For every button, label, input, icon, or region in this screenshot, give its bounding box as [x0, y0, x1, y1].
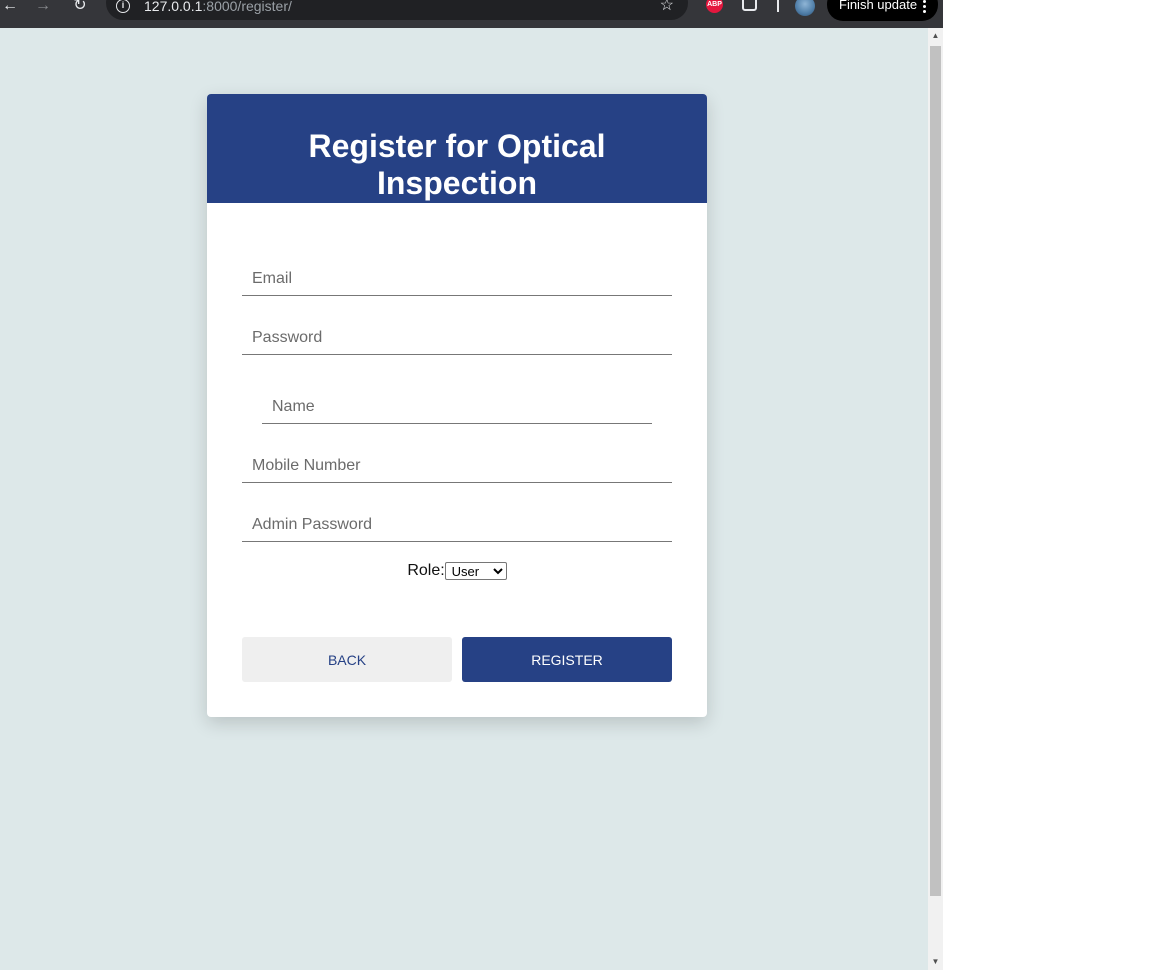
- role-row: Role: User: [207, 561, 707, 581]
- password-field-wrapper: [242, 322, 672, 355]
- kebab-menu-icon[interactable]: [923, 0, 926, 13]
- name-field-wrapper: [262, 391, 652, 424]
- url-path: :8000/register/: [202, 0, 292, 14]
- scroll-down-arrow-icon[interactable]: ▼: [928, 954, 943, 970]
- email-field-wrapper: [242, 263, 672, 296]
- page-viewport: Register for Optical Inspection Role:Use…: [0, 28, 928, 970]
- back-arrow-icon[interactable]: ←: [0, 0, 20, 14]
- password-field[interactable]: [242, 322, 672, 354]
- profile-avatar[interactable]: [795, 0, 815, 16]
- browser-window: ← → ↻ i 127.0.0.1:8000/register/ ☆ ABP F…: [0, 0, 943, 970]
- url-text[interactable]: 127.0.0.1:8000/register/: [144, 0, 292, 14]
- card-header: Register for Optical Inspection: [207, 94, 707, 203]
- role-select[interactable]: User: [444, 561, 507, 580]
- address-bar[interactable]: i 127.0.0.1:8000/register/ ☆: [106, 0, 688, 20]
- back-button[interactable]: BACK: [242, 637, 452, 682]
- browser-toolbar: ← → ↻ i 127.0.0.1:8000/register/ ☆ ABP F…: [0, 0, 943, 28]
- name-field[interactable]: [262, 391, 652, 423]
- toolbar-divider: [777, 0, 779, 12]
- url-host: 127.0.0.1: [144, 0, 203, 14]
- forward-arrow-icon[interactable]: →: [33, 0, 53, 14]
- register-card: Register for Optical Inspection Role:Use…: [207, 94, 707, 717]
- admin-password-field-wrapper: [242, 509, 672, 542]
- register-button[interactable]: REGISTER: [462, 637, 672, 682]
- scroll-up-arrow-icon[interactable]: ▲: [928, 28, 943, 44]
- admin-password-field[interactable]: [242, 509, 672, 541]
- mobile-field-wrapper: [242, 450, 672, 483]
- info-icon[interactable]: i: [116, 0, 130, 13]
- scrollbar-thumb[interactable]: [930, 46, 941, 896]
- adblock-extension-icon[interactable]: ABP: [706, 0, 723, 13]
- role-label: Role:: [407, 562, 445, 579]
- finish-update-button[interactable]: Finish update: [827, 0, 938, 21]
- vertical-scrollbar[interactable]: ▲ ▼: [928, 28, 943, 970]
- extensions-puzzle-icon[interactable]: [742, 0, 757, 11]
- email-field[interactable]: [242, 263, 672, 295]
- bookmark-star-icon[interactable]: ☆: [660, 0, 674, 15]
- finish-update-label: Finish update: [839, 0, 918, 12]
- mobile-number-field[interactable]: [242, 450, 672, 482]
- page-title: Register for Optical Inspection: [308, 128, 606, 201]
- reload-icon[interactable]: ↻: [70, 0, 90, 14]
